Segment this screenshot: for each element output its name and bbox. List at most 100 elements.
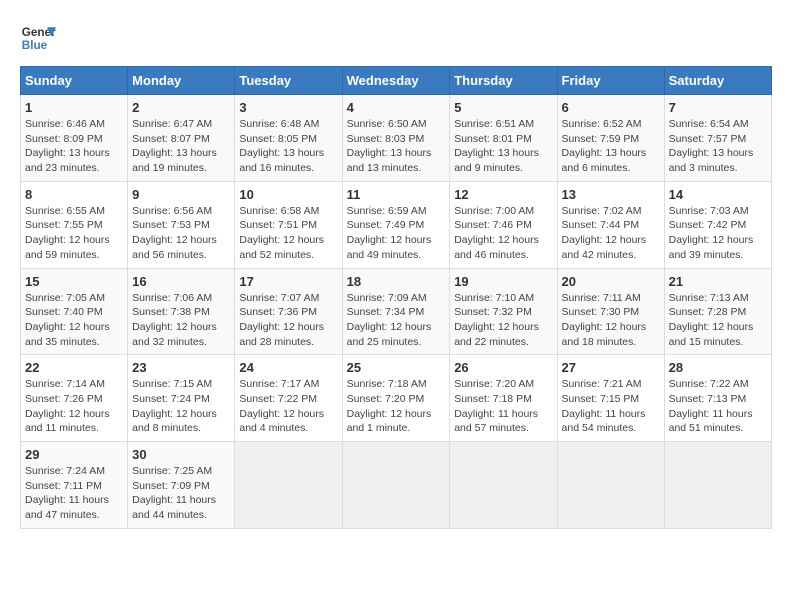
day-number: 6 [562, 100, 660, 115]
day-number: 14 [669, 187, 767, 202]
day-number: 29 [25, 447, 123, 462]
calendar-cell: 13 Sunrise: 7:02 AMSunset: 7:44 PMDayligh… [557, 181, 664, 268]
day-info: Sunrise: 7:20 AMSunset: 7:18 PMDaylight:… [454, 377, 552, 436]
calendar-week-row-4: 29Sunrise: 7:24 AMSunset: 7:11 PMDayligh… [21, 442, 772, 529]
svg-text:Blue: Blue [22, 39, 48, 52]
day-info: Sunrise: 6:51 AMSunset: 8:01 PMDaylight:… [454, 117, 552, 176]
day-number: 21 [669, 274, 767, 289]
day-info: Sunrise: 7:25 AMSunset: 7:09 PMDaylight:… [132, 464, 230, 523]
day-info: Sunrise: 6:59 AMSunset: 7:49 PMDaylight:… [347, 204, 446, 263]
calendar-cell: 27 Sunrise: 7:21 AMSunset: 7:15 PMDayligh… [557, 355, 664, 442]
day-number: 18 [347, 274, 446, 289]
day-number: 24 [239, 360, 337, 375]
day-number: 28 [669, 360, 767, 375]
weekday-header-monday: Monday [128, 67, 235, 95]
page-header: General Blue [20, 20, 772, 56]
day-info: Sunrise: 6:47 AMSunset: 8:07 PMDaylight:… [132, 117, 230, 176]
day-info: Sunrise: 7:00 AMSunset: 7:46 PMDaylight:… [454, 204, 552, 263]
calendar-cell [235, 442, 342, 529]
calendar-cell: 9 Sunrise: 6:56 AMSunset: 7:53 PMDaylight… [128, 181, 235, 268]
day-info: Sunrise: 7:10 AMSunset: 7:32 PMDaylight:… [454, 291, 552, 350]
weekday-header-wednesday: Wednesday [342, 67, 450, 95]
weekday-header-thursday: Thursday [450, 67, 557, 95]
calendar-cell: 28 Sunrise: 7:22 AMSunset: 7:13 PMDayligh… [664, 355, 771, 442]
calendar-cell: 25 Sunrise: 7:18 AMSunset: 7:20 PMDayligh… [342, 355, 450, 442]
weekday-header-row: SundayMondayTuesdayWednesdayThursdayFrid… [21, 67, 772, 95]
day-number: 9 [132, 187, 230, 202]
day-info: Sunrise: 6:56 AMSunset: 7:53 PMDaylight:… [132, 204, 230, 263]
day-info: Sunrise: 6:50 AMSunset: 8:03 PMDaylight:… [347, 117, 446, 176]
calendar-cell: 3Sunrise: 6:48 AMSunset: 8:05 PMDaylight… [235, 95, 342, 182]
day-info: Sunrise: 7:18 AMSunset: 7:20 PMDaylight:… [347, 377, 446, 436]
day-info: Sunrise: 6:55 AMSunset: 7:55 PMDaylight:… [25, 204, 123, 263]
day-number: 8 [25, 187, 123, 202]
day-info: Sunrise: 7:15 AMSunset: 7:24 PMDaylight:… [132, 377, 230, 436]
day-number: 26 [454, 360, 552, 375]
logo-icon: General Blue [20, 20, 56, 56]
calendar-cell [664, 442, 771, 529]
day-info: Sunrise: 7:11 AMSunset: 7:30 PMDaylight:… [562, 291, 660, 350]
calendar-cell: 29Sunrise: 7:24 AMSunset: 7:11 PMDayligh… [21, 442, 128, 529]
day-info: Sunrise: 7:06 AMSunset: 7:38 PMDaylight:… [132, 291, 230, 350]
day-number: 2 [132, 100, 230, 115]
calendar-cell: 18 Sunrise: 7:09 AMSunset: 7:34 PMDayligh… [342, 268, 450, 355]
weekday-header-sunday: Sunday [21, 67, 128, 95]
calendar-cell: 1Sunrise: 6:46 AMSunset: 8:09 PMDaylight… [21, 95, 128, 182]
calendar-cell [450, 442, 557, 529]
calendar-body: 1Sunrise: 6:46 AMSunset: 8:09 PMDaylight… [21, 95, 772, 529]
calendar-week-row-3: 22Sunrise: 7:14 AMSunset: 7:26 PMDayligh… [21, 355, 772, 442]
day-number: 19 [454, 274, 552, 289]
calendar-header: SundayMondayTuesdayWednesdayThursdayFrid… [21, 67, 772, 95]
day-number: 5 [454, 100, 552, 115]
day-number: 10 [239, 187, 337, 202]
day-number: 3 [239, 100, 337, 115]
calendar-cell: 26 Sunrise: 7:20 AMSunset: 7:18 PMDayligh… [450, 355, 557, 442]
calendar-cell: 12 Sunrise: 7:00 AMSunset: 7:46 PMDayligh… [450, 181, 557, 268]
calendar-cell: 19 Sunrise: 7:10 AMSunset: 7:32 PMDayligh… [450, 268, 557, 355]
day-info: Sunrise: 7:09 AMSunset: 7:34 PMDaylight:… [347, 291, 446, 350]
calendar-cell: 16 Sunrise: 7:06 AMSunset: 7:38 PMDayligh… [128, 268, 235, 355]
weekday-header-friday: Friday [557, 67, 664, 95]
logo: General Blue [20, 20, 56, 56]
calendar-cell [342, 442, 450, 529]
day-number: 12 [454, 187, 552, 202]
calendar-cell: 20 Sunrise: 7:11 AMSunset: 7:30 PMDayligh… [557, 268, 664, 355]
calendar-week-row-2: 15 Sunrise: 7:05 AMSunset: 7:40 PMDayligh… [21, 268, 772, 355]
calendar-cell: 8 Sunrise: 6:55 AMSunset: 7:55 PMDaylight… [21, 181, 128, 268]
calendar-cell: 30 Sunrise: 7:25 AMSunset: 7:09 PMDayligh… [128, 442, 235, 529]
calendar-table: SundayMondayTuesdayWednesdayThursdayFrid… [20, 66, 772, 529]
calendar-cell: 10 Sunrise: 6:58 AMSunset: 7:51 PMDayligh… [235, 181, 342, 268]
day-number: 30 [132, 447, 230, 462]
calendar-cell [557, 442, 664, 529]
day-info: Sunrise: 6:52 AMSunset: 7:59 PMDaylight:… [562, 117, 660, 176]
day-number: 23 [132, 360, 230, 375]
calendar-cell: 7Sunrise: 6:54 AMSunset: 7:57 PMDaylight… [664, 95, 771, 182]
day-number: 4 [347, 100, 446, 115]
day-number: 27 [562, 360, 660, 375]
day-info: Sunrise: 7:02 AMSunset: 7:44 PMDaylight:… [562, 204, 660, 263]
day-info: Sunrise: 7:13 AMSunset: 7:28 PMDaylight:… [669, 291, 767, 350]
day-info: Sunrise: 6:58 AMSunset: 7:51 PMDaylight:… [239, 204, 337, 263]
day-number: 17 [239, 274, 337, 289]
calendar-cell: 21 Sunrise: 7:13 AMSunset: 7:28 PMDayligh… [664, 268, 771, 355]
day-info: Sunrise: 7:03 AMSunset: 7:42 PMDaylight:… [669, 204, 767, 263]
day-info: Sunrise: 7:17 AMSunset: 7:22 PMDaylight:… [239, 377, 337, 436]
calendar-cell: 15 Sunrise: 7:05 AMSunset: 7:40 PMDayligh… [21, 268, 128, 355]
day-info: Sunrise: 7:07 AMSunset: 7:36 PMDaylight:… [239, 291, 337, 350]
calendar-cell: 6 Sunrise: 6:52 AMSunset: 7:59 PMDaylight… [557, 95, 664, 182]
day-info: Sunrise: 6:46 AMSunset: 8:09 PMDaylight:… [25, 117, 123, 176]
day-number: 16 [132, 274, 230, 289]
day-number: 7 [669, 100, 767, 115]
day-info: Sunrise: 7:21 AMSunset: 7:15 PMDaylight:… [562, 377, 660, 436]
calendar-cell: 2 Sunrise: 6:47 AMSunset: 8:07 PMDaylight… [128, 95, 235, 182]
calendar-cell: 14 Sunrise: 7:03 AMSunset: 7:42 PMDayligh… [664, 181, 771, 268]
day-number: 15 [25, 274, 123, 289]
day-info: Sunrise: 7:22 AMSunset: 7:13 PMDaylight:… [669, 377, 767, 436]
day-info: Sunrise: 7:05 AMSunset: 7:40 PMDaylight:… [25, 291, 123, 350]
day-number: 25 [347, 360, 446, 375]
calendar-cell: 23 Sunrise: 7:15 AMSunset: 7:24 PMDayligh… [128, 355, 235, 442]
day-number: 13 [562, 187, 660, 202]
calendar-cell: 11Sunrise: 6:59 AMSunset: 7:49 PMDayligh… [342, 181, 450, 268]
calendar-cell: 17 Sunrise: 7:07 AMSunset: 7:36 PMDayligh… [235, 268, 342, 355]
day-number: 20 [562, 274, 660, 289]
